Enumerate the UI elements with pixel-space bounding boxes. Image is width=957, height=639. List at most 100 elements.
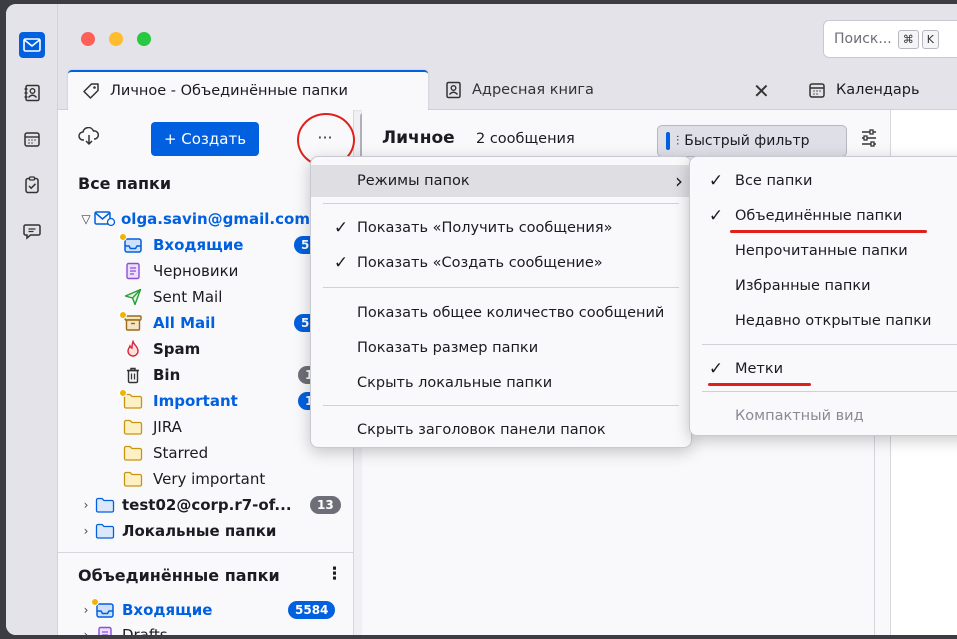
display-options-button[interactable] bbox=[859, 128, 879, 152]
folder-name: JIRA bbox=[153, 418, 182, 436]
quick-filter-label: Быстрый фильтр bbox=[684, 133, 810, 149]
account2-row[interactable]: › test02@corp.r7-of... 13 bbox=[58, 492, 353, 518]
address-book-icon bbox=[24, 84, 40, 102]
folder-icon bbox=[122, 444, 144, 462]
folder-name: Входящие bbox=[153, 236, 244, 254]
folder-row-bin[interactable]: Bin 1 bbox=[58, 362, 353, 388]
global-search-input[interactable]: Поиск... ⌘ K bbox=[823, 20, 957, 58]
menu-item-hide-header[interactable]: Скрыть заголовок панели папок bbox=[311, 414, 691, 446]
folder-icon bbox=[119, 389, 144, 410]
chat-space-button[interactable] bbox=[19, 218, 45, 244]
menu-item-label: Режимы папок bbox=[357, 173, 470, 189]
sliders-icon bbox=[862, 129, 876, 147]
menu-item-show-total-count[interactable]: Показать общее количество сообщений bbox=[311, 297, 691, 329]
unified-inbox-row[interactable]: › Входящие 5584 bbox=[58, 597, 353, 623]
close-window-button[interactable] bbox=[81, 32, 95, 46]
folder-row-jira[interactable]: JIRA bbox=[58, 414, 353, 440]
close-tab-icon[interactable]: ✕ bbox=[753, 79, 770, 103]
folder-name: Very important bbox=[153, 470, 266, 488]
menu-item-label: Метки bbox=[735, 361, 784, 377]
submenu-item-tags[interactable]: ✓ Метки bbox=[690, 353, 957, 385]
account-row[interactable]: ▽ olga.savin@gmail.com bbox=[58, 206, 353, 232]
quick-filter-button[interactable]: ⫶ Быстрый фильтр bbox=[657, 125, 847, 157]
check-icon: ✓ bbox=[333, 253, 349, 273]
unified-drafts-row[interactable]: › Drafts bbox=[58, 622, 353, 635]
menu-separator bbox=[323, 287, 679, 288]
submenu-item-unread-folders[interactable]: Непрочитанные папки bbox=[690, 235, 957, 267]
spaces-toolbar bbox=[6, 4, 58, 635]
menu-separator bbox=[702, 344, 957, 345]
folder-row-drafts[interactable]: Черновики bbox=[58, 258, 353, 284]
folder-row-very-important[interactable]: Very important bbox=[58, 466, 353, 492]
menu-item-folder-modes[interactable]: Режимы папок › bbox=[311, 165, 691, 197]
folder-name: Spam bbox=[153, 340, 201, 358]
chevron-right-icon: › bbox=[83, 498, 89, 512]
chevron-right-icon: › bbox=[83, 524, 89, 538]
submenu-item-unified-folders[interactable]: ✓ Объединённые папки bbox=[690, 200, 957, 232]
folder-row-all-mail[interactable]: All Mail 56 bbox=[58, 310, 353, 336]
chevron-right-icon: › bbox=[675, 169, 683, 193]
tag-icon bbox=[82, 82, 100, 100]
title-bar: Поиск... ⌘ K bbox=[58, 4, 957, 70]
folder-icon bbox=[122, 418, 144, 436]
zoom-window-button[interactable] bbox=[137, 32, 151, 46]
account-name: olga.savin@gmail.com bbox=[121, 210, 310, 228]
submenu-item-compact-view[interactable]: Компактный вид bbox=[690, 400, 957, 432]
tab-unified-folders[interactable]: Личное - Объединённые папки bbox=[68, 70, 428, 110]
folder-modes-submenu: ✓ Все папки ✓ Объединённые папки Непрочи… bbox=[689, 156, 957, 436]
calendar-icon bbox=[24, 132, 40, 147]
folder-row-important[interactable]: Important 1 bbox=[58, 388, 353, 414]
tasks-icon bbox=[25, 176, 39, 194]
archive-icon bbox=[119, 311, 144, 332]
submenu-item-recent-folders[interactable]: Недавно открытые папки bbox=[690, 305, 957, 337]
minimize-window-button[interactable] bbox=[109, 32, 123, 46]
get-messages-button[interactable] bbox=[78, 126, 100, 151]
folder-row-starred[interactable]: Starred bbox=[58, 440, 353, 466]
section-menu-button[interactable]: ⋮ bbox=[326, 564, 343, 584]
folder-pane-options-menu: Режимы папок › ✓ Показать «Получить сооб… bbox=[310, 156, 692, 448]
app-window: Поиск... ⌘ K Личное - Объединённые папки… bbox=[6, 4, 957, 635]
local-folders-row[interactable]: › Локальные папки bbox=[58, 518, 353, 544]
message-count: 2 сообщения bbox=[476, 131, 575, 147]
chevron-right-icon: › bbox=[83, 628, 89, 635]
calendar-space-button[interactable] bbox=[19, 126, 45, 152]
chevron-down-icon: ▽ bbox=[81, 212, 91, 226]
tab-label: Календарь bbox=[836, 82, 920, 98]
folder-row-sent[interactable]: Sent Mail bbox=[58, 284, 353, 310]
mail-space-button[interactable] bbox=[19, 32, 45, 58]
folder-name: Входящие bbox=[122, 601, 213, 619]
tasks-space-button[interactable] bbox=[19, 172, 45, 198]
local-folders-name: Локальные папки bbox=[122, 522, 277, 540]
menu-item-show-get-messages[interactable]: ✓ Показать «Получить сообщения» bbox=[311, 212, 691, 244]
section-unified-title: Объединённые папки bbox=[78, 566, 280, 585]
filter-icon: ⫶ bbox=[676, 133, 680, 149]
menu-item-show-folder-size[interactable]: Показать размер папки bbox=[311, 332, 691, 364]
folder-name: Drafts bbox=[122, 626, 168, 635]
folder-icon bbox=[94, 496, 116, 514]
submenu-item-favorite-folders[interactable]: Избранные папки bbox=[690, 270, 957, 302]
calendar-icon bbox=[808, 81, 826, 99]
annotation-underline bbox=[730, 230, 927, 233]
folder-row-spam[interactable]: Spam bbox=[58, 336, 353, 362]
tab-address-book[interactable]: Адресная книга bbox=[444, 70, 594, 110]
menu-item-hide-local-folders[interactable]: Скрыть локальные папки bbox=[311, 367, 691, 399]
menu-item-show-new-message[interactable]: ✓ Показать «Создать сообщение» bbox=[311, 247, 691, 279]
trash-icon bbox=[122, 366, 144, 384]
folder-row-inbox[interactable]: Входящие 55 bbox=[58, 232, 353, 258]
folder-icon bbox=[94, 522, 116, 540]
menu-item-label: Показать «Получить сообщения» bbox=[357, 220, 613, 236]
folder-name: All Mail bbox=[153, 314, 216, 332]
menu-item-label: Непрочитанные папки bbox=[735, 243, 908, 259]
toggle-indicator bbox=[666, 132, 670, 150]
tab-calendar[interactable]: Календарь bbox=[808, 70, 920, 110]
address-book-icon bbox=[444, 81, 462, 99]
folder-name: Starred bbox=[153, 444, 209, 462]
section-divider bbox=[58, 552, 353, 553]
address-book-space-button[interactable] bbox=[19, 80, 45, 106]
create-button[interactable]: + Создать bbox=[151, 122, 259, 156]
menu-item-label: Компактный вид bbox=[735, 408, 864, 424]
menu-item-label: Скрыть локальные папки bbox=[357, 375, 553, 391]
menu-item-label: Объединённые папки bbox=[735, 208, 903, 224]
submenu-item-all-folders[interactable]: ✓ Все папки bbox=[690, 165, 957, 197]
folder-pane-header: + Создать ··· bbox=[58, 110, 355, 167]
